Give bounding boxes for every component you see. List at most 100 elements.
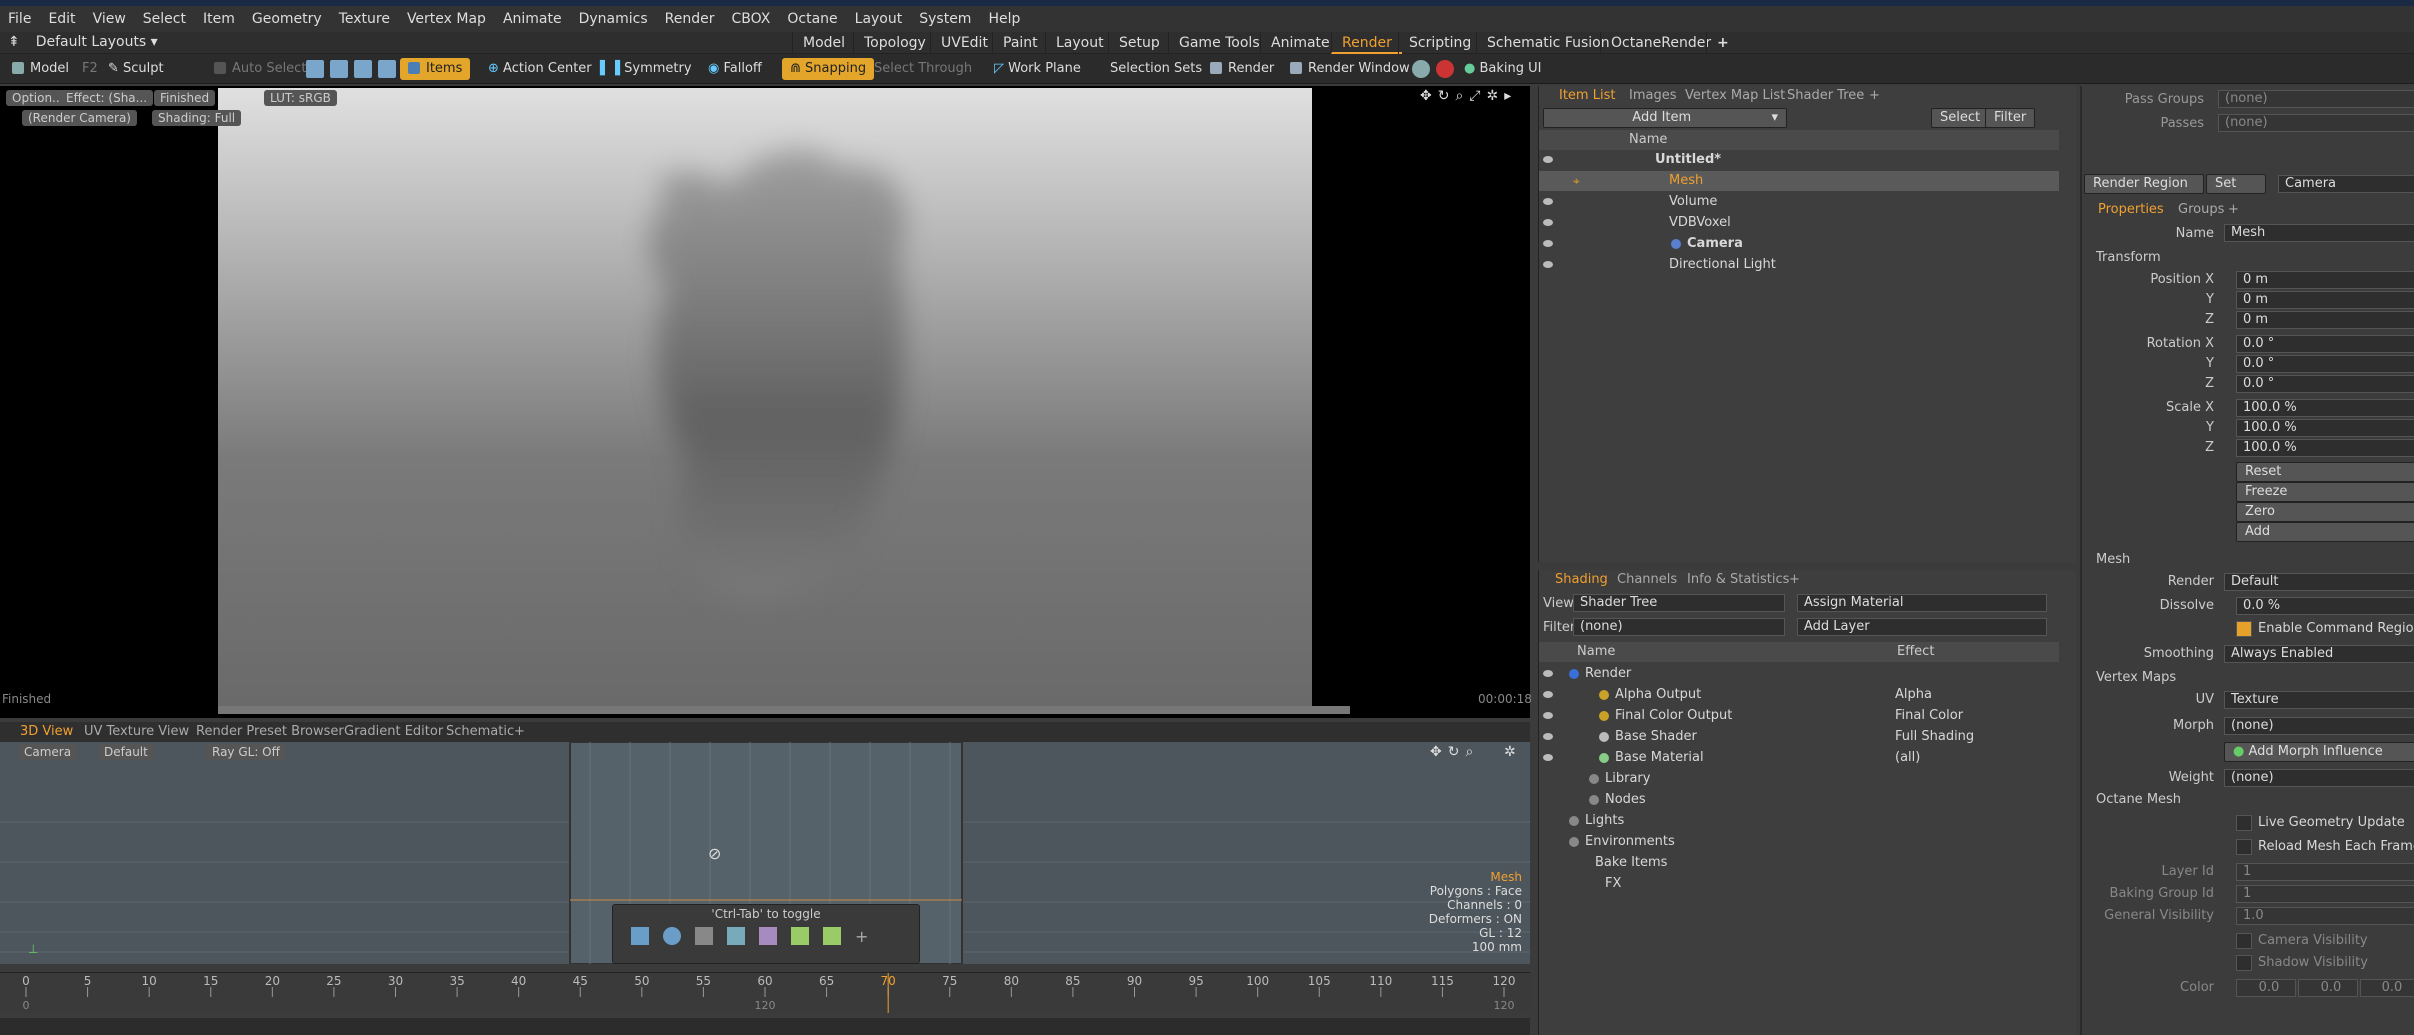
raygl-dropdown[interactable]: Ray GL: Off bbox=[206, 744, 286, 760]
camera-dropdown[interactable]: Camera bbox=[2278, 175, 2414, 193]
visibility-eye-icon[interactable] bbox=[1543, 156, 1553, 163]
menu-dynamics[interactable]: Dynamics bbox=[579, 11, 648, 27]
3d-nav-icons[interactable]: ✥↻⌕ bbox=[1430, 744, 1479, 760]
render-camera-dropdown[interactable]: (Render Camera) bbox=[22, 110, 137, 126]
position-x-field[interactable]: 0 m bbox=[2236, 271, 2414, 289]
layouts-dropdown[interactable]: ⇞ Default Layouts ▾ bbox=[8, 34, 158, 50]
tab-vertex-map-list[interactable]: Vertex Map List bbox=[1685, 88, 1785, 103]
scale-z-field[interactable]: 100.0 % bbox=[2236, 439, 2414, 457]
layout-tab-paint[interactable]: Paint bbox=[992, 32, 1048, 54]
item-row-vdbvoxel[interactable]: VDBVoxel bbox=[1539, 213, 2059, 233]
camera-view-dropdown[interactable]: Camera bbox=[18, 744, 78, 760]
visibility-eye-icon[interactable] bbox=[1543, 240, 1553, 247]
menu-cbox[interactable]: CBOX bbox=[732, 11, 771, 27]
shader-row[interactable]: Library bbox=[1539, 769, 2059, 789]
tab-images[interactable]: Images bbox=[1629, 88, 1677, 103]
falloff-button[interactable]: ◉ Falloff bbox=[700, 58, 770, 80]
add-morph-influence-button[interactable]: ● Add Morph Influence bbox=[2224, 742, 2414, 762]
add-item-dropdown[interactable]: Add Item ▾ bbox=[1543, 108, 1787, 128]
add-viewport-tab[interactable]: + bbox=[514, 724, 525, 739]
tab-schematic[interactable]: Schematic bbox=[446, 724, 514, 739]
add-tool-icon[interactable]: + bbox=[855, 927, 868, 946]
item-row-untitled[interactable]: Untitled* bbox=[1539, 150, 2059, 170]
menu-render[interactable]: Render bbox=[665, 11, 715, 27]
visibility-eye-icon[interactable] bbox=[1543, 261, 1553, 268]
morph-dropdown[interactable]: (none) bbox=[2224, 717, 2414, 735]
effect-dropdown[interactable]: Effect: (Sha... bbox=[60, 90, 154, 106]
add-shading-tab[interactable]: + bbox=[1789, 572, 1800, 587]
shader-row[interactable]: Render bbox=[1539, 664, 2059, 684]
visibility-eye-icon[interactable] bbox=[1543, 754, 1553, 761]
enable-command-regions-checkbox[interactable] bbox=[2236, 621, 2252, 637]
render-region-button[interactable]: Render Region bbox=[2084, 174, 2204, 194]
item-row-mesh[interactable]: ⌖ Mesh bbox=[1539, 171, 2059, 191]
smoothing-dropdown[interactable]: Always Enabled bbox=[2224, 645, 2414, 663]
material-icon[interactable] bbox=[759, 927, 777, 945]
viewport-nav-icons[interactable]: ✥↻⌕⤢✲▸ bbox=[1420, 88, 1517, 104]
layout-tab-layout[interactable]: Layout bbox=[1045, 32, 1114, 54]
section-mesh[interactable]: Mesh bbox=[2096, 552, 2130, 567]
layout-tab-model[interactable]: Model bbox=[792, 32, 855, 54]
tab-channels[interactable]: Channels bbox=[1617, 572, 1677, 587]
shader-row[interactable]: Nodes bbox=[1539, 790, 2059, 810]
shader-row[interactable]: Base Material (all) bbox=[1539, 748, 2059, 768]
rotation-z-field[interactable]: 0.0 ° bbox=[2236, 375, 2414, 393]
menu-octane[interactable]: Octane bbox=[787, 11, 837, 27]
menu-animate[interactable]: Animate bbox=[503, 11, 562, 27]
zero-button[interactable]: Zero bbox=[2236, 502, 2414, 522]
name-field[interactable]: Mesh bbox=[2224, 224, 2414, 242]
tab-gradient-editor[interactable]: Gradient Editor bbox=[344, 724, 443, 739]
layout-tab-animate[interactable]: Animate bbox=[1260, 32, 1340, 54]
shader-row[interactable]: Environments bbox=[1539, 832, 2059, 852]
freeze-button[interactable]: Freeze bbox=[2236, 482, 2414, 502]
visibility-eye-icon[interactable] bbox=[1543, 712, 1553, 719]
select-through-button[interactable]: Select Through bbox=[866, 58, 980, 80]
polygons-mode-icon[interactable] bbox=[354, 60, 372, 78]
tab-shader-tree[interactable]: Shader Tree bbox=[1787, 88, 1864, 103]
menu-geometry[interactable]: Geometry bbox=[252, 11, 322, 27]
move-icon[interactable] bbox=[823, 927, 841, 945]
sphere-icon[interactable] bbox=[663, 927, 681, 945]
shader-row[interactable]: Lights bbox=[1539, 811, 2059, 831]
scale-x-field[interactable]: 100.0 % bbox=[2236, 399, 2414, 417]
tab-item-list[interactable]: Item List bbox=[1559, 88, 1615, 103]
pass-groups-dropdown[interactable]: (none) bbox=[2218, 90, 2414, 108]
layout-tab-schematic-fusion[interactable]: Schematic Fusion bbox=[1476, 32, 1620, 54]
lut-dropdown[interactable]: LUT: sRGB bbox=[264, 90, 337, 106]
action-center-button[interactable]: ⊕ Action Center bbox=[480, 58, 600, 80]
auto-select-button[interactable]: Auto Select bbox=[206, 58, 314, 80]
rotation-y-field[interactable]: 0.0 ° bbox=[2236, 355, 2414, 373]
cube-icon[interactable] bbox=[631, 927, 649, 945]
section-octane-mesh[interactable]: Octane Mesh bbox=[2096, 792, 2181, 807]
selection-sets-button[interactable]: Selection Sets bbox=[1102, 58, 1210, 80]
add-layer-dropdown[interactable]: Add Layer bbox=[1797, 618, 2047, 636]
items-mode-button[interactable]: Items bbox=[400, 58, 471, 80]
preview-icon[interactable] bbox=[1412, 60, 1430, 78]
layout-tab-topology[interactable]: Topology bbox=[853, 32, 936, 54]
render-window-button[interactable]: Render Window bbox=[1282, 58, 1418, 80]
layout-tab-setup[interactable]: Setup bbox=[1108, 32, 1170, 54]
tab-groups[interactable]: Groups bbox=[2178, 202, 2224, 217]
shader-row[interactable]: Final Color Output Final Color bbox=[1539, 706, 2059, 726]
layout-tab-game-tools[interactable]: Game Tools bbox=[1168, 32, 1270, 54]
passes-dropdown[interactable]: (none) bbox=[2218, 114, 2414, 132]
symmetry-button[interactable]: ▌▐ Symmetry bbox=[592, 58, 700, 80]
3d-settings-icon[interactable]: ✲ bbox=[1504, 744, 1516, 760]
section-transform[interactable]: Transform bbox=[2096, 250, 2161, 265]
render-button[interactable]: Render bbox=[1202, 58, 1282, 80]
weight-dropdown[interactable]: (none) bbox=[2224, 769, 2414, 787]
shading-dropdown[interactable]: Shading: Full bbox=[152, 110, 242, 126]
color-b-field[interactable]: 0.0 bbox=[2360, 979, 2414, 997]
work-plane-button[interactable]: ◸ Work Plane bbox=[986, 58, 1089, 80]
layout-tab-uvedit[interactable]: UVEdit bbox=[930, 32, 998, 54]
visibility-eye-icon[interactable] bbox=[1543, 733, 1553, 740]
general-visibility-field[interactable]: 1.0 bbox=[2236, 907, 2414, 925]
filter-button[interactable]: Filter bbox=[1985, 108, 2036, 128]
menu-file[interactable]: File bbox=[8, 11, 31, 27]
color-g-field[interactable]: 0.0 bbox=[2298, 979, 2358, 997]
dissolve-field[interactable]: 0.0 % bbox=[2236, 597, 2414, 615]
record-icon[interactable] bbox=[1436, 60, 1454, 78]
layout-tab-scripting[interactable]: Scripting bbox=[1398, 32, 1481, 54]
sculpt-mode-button[interactable]: ✎ Sculpt bbox=[100, 58, 172, 80]
visibility-eye-icon[interactable] bbox=[1543, 198, 1553, 205]
